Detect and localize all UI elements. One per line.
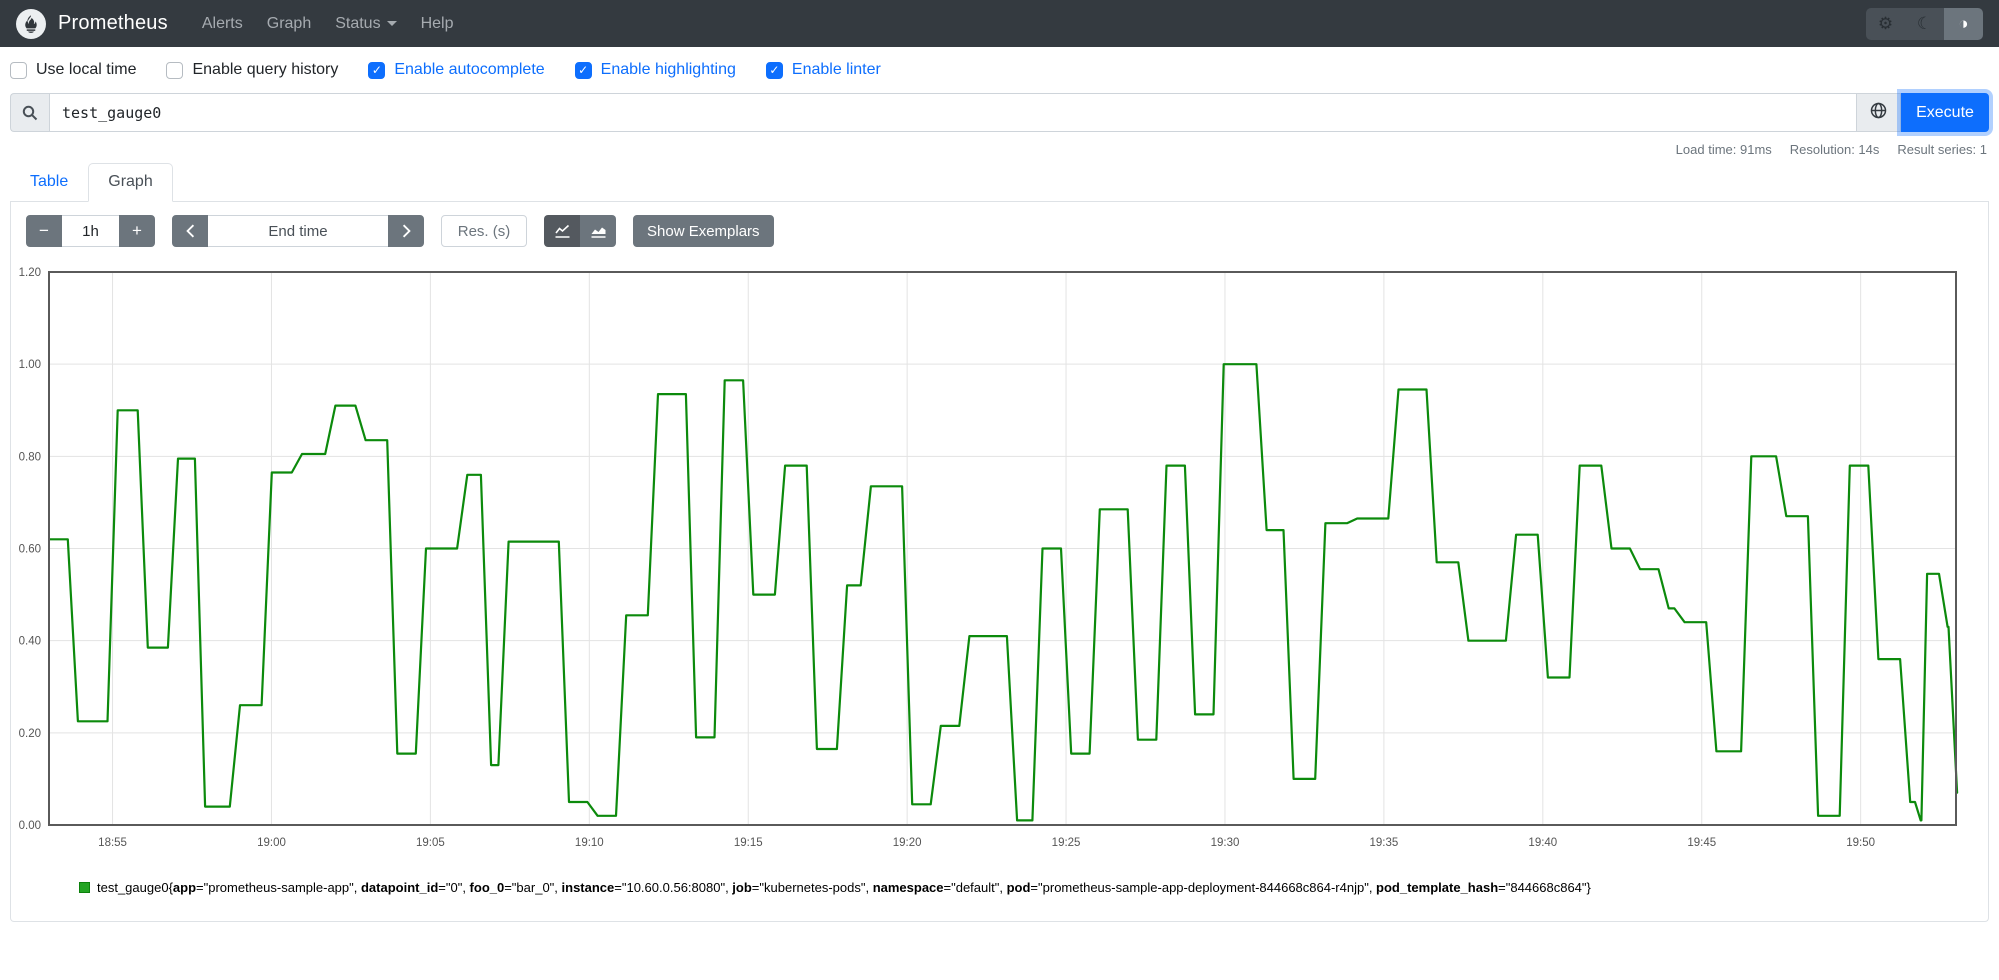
y-tick-label: 0.80 (19, 451, 41, 463)
x-tick-label: 19:35 (1370, 837, 1399, 849)
x-tick-label: 19:40 (1528, 837, 1557, 849)
chevron-down-icon (386, 21, 397, 26)
query-stats: Load time: 91ms Resolution: 14s Result s… (0, 132, 1999, 159)
series-label: test_gauge0{app="prometheus-sample-app",… (97, 880, 1591, 895)
option-highlighting[interactable]: ✓ Enable highlighting (574, 61, 736, 79)
range-increase-button[interactable]: + (119, 215, 155, 247)
navbar: Prometheus Alerts Graph Status Help ⚙ ☾ … (0, 0, 1999, 47)
result-series-stat: Result series: 1 (1897, 142, 1987, 157)
option-use-local-time[interactable]: Use local time (10, 61, 136, 79)
load-time-stat: Load time: 91ms (1675, 142, 1772, 157)
options-row: Use local time Enable query history ✓ En… (0, 47, 1999, 91)
x-tick-label: 19:45 (1687, 837, 1716, 849)
navbar-button-group: ⚙ ☾ ◑ (1866, 7, 1983, 40)
end-time-group (172, 215, 424, 247)
x-tick-label: 19:05 (416, 837, 445, 849)
x-tick-label: 19:30 (1211, 837, 1240, 849)
y-tick-label: 1.00 (19, 359, 41, 371)
time-back-button[interactable] (172, 215, 208, 247)
checkbox[interactable] (10, 61, 27, 79)
line-chart-icon (554, 224, 569, 238)
globe-icon (1870, 102, 1887, 124)
x-tick-label: 19:50 (1846, 837, 1875, 849)
range-decrease-button[interactable]: − (26, 215, 62, 247)
y-tick-label: 0.40 (19, 636, 41, 648)
resolution-input[interactable] (441, 215, 527, 247)
option-autocomplete[interactable]: ✓ Enable autocomplete (368, 61, 545, 79)
y-tick-label: 0.00 (19, 820, 41, 832)
gear-icon: ⚙ (1877, 13, 1894, 33)
query-bar: Execute (10, 93, 1989, 132)
prometheus-brand[interactable]: Prometheus (16, 8, 168, 39)
dark-theme-button[interactable]: ☾ (1905, 7, 1944, 40)
tab-bar: Table Graph (10, 163, 1989, 202)
stacked-chart-toggle[interactable] (580, 215, 616, 247)
y-tick-label: 1.20 (19, 267, 41, 279)
x-tick-label: 18:55 (98, 837, 127, 849)
app-title: Prometheus (58, 12, 168, 34)
nav-link-alerts[interactable]: Alerts (202, 15, 243, 33)
settings-button[interactable]: ⚙ (1866, 7, 1905, 40)
resolution-stat: Resolution: 14s (1789, 142, 1880, 157)
end-time-input[interactable] (208, 215, 388, 247)
chevron-left-icon (185, 224, 194, 238)
legend-item[interactable]: test_gauge0{app="prometheus-sample-app",… (11, 880, 1988, 895)
x-tick-label: 19:15 (734, 837, 763, 849)
stacked-chart-icon (591, 227, 605, 238)
time-forward-button[interactable] (388, 215, 424, 247)
y-tick-label: 0.60 (19, 544, 41, 556)
nav-link-help[interactable]: Help (421, 15, 454, 33)
tab-graph[interactable]: Graph (88, 163, 173, 202)
moon-icon: ☾ (1916, 13, 1933, 33)
contrast-icon: ◑ (1958, 13, 1969, 33)
series-swatch-icon (79, 882, 90, 893)
nav-link-status[interactable]: Status (335, 15, 397, 33)
chevron-right-icon (402, 224, 411, 238)
checkbox[interactable]: ✓ (574, 61, 592, 79)
search-icon (10, 93, 49, 132)
query-input[interactable] (49, 93, 1856, 132)
auto-theme-button[interactable]: ◑ (1944, 7, 1983, 40)
range-group: − + (26, 215, 155, 247)
option-query-history[interactable]: Enable query history (166, 61, 338, 79)
checkbox[interactable] (166, 61, 184, 79)
checkbox[interactable]: ✓ (765, 61, 783, 79)
checkbox[interactable]: ✓ (368, 61, 386, 79)
chart-type-toggle (544, 215, 616, 247)
option-linter[interactable]: ✓ Enable linter (765, 61, 881, 79)
graph-controls: − + (11, 202, 1988, 247)
execute-button[interactable]: Execute (1901, 93, 1989, 132)
tab-table[interactable]: Table (10, 163, 88, 201)
prometheus-logo-icon (16, 8, 46, 39)
series-line (49, 363, 1959, 822)
graph-canvas[interactable]: 0.00 0.20 0.40 0.60 0.80 1.00 1.20 18:55 19:00 19… (11, 258, 1988, 858)
line-chart-toggle[interactable] (544, 215, 580, 247)
metrics-explorer-button[interactable] (1856, 93, 1901, 132)
x-tick-label: 19:10 (575, 837, 604, 849)
x-tick-label: 19:20 (893, 837, 922, 849)
show-exemplars-button[interactable]: Show Exemplars (633, 215, 774, 247)
chart-area[interactable]: 0.00 0.20 0.40 0.60 0.80 1.00 1.20 18:55 19:00 19… (11, 258, 1988, 863)
x-tick-label: 19:00 (257, 837, 286, 849)
graph-panel: − + (10, 202, 1989, 922)
nav-links: Alerts Graph Status Help (190, 15, 466, 33)
y-tick-label: 0.20 (19, 728, 41, 740)
nav-link-graph[interactable]: Graph (267, 15, 311, 33)
x-tick-label: 19:25 (1052, 837, 1081, 849)
range-input[interactable] (62, 215, 119, 247)
